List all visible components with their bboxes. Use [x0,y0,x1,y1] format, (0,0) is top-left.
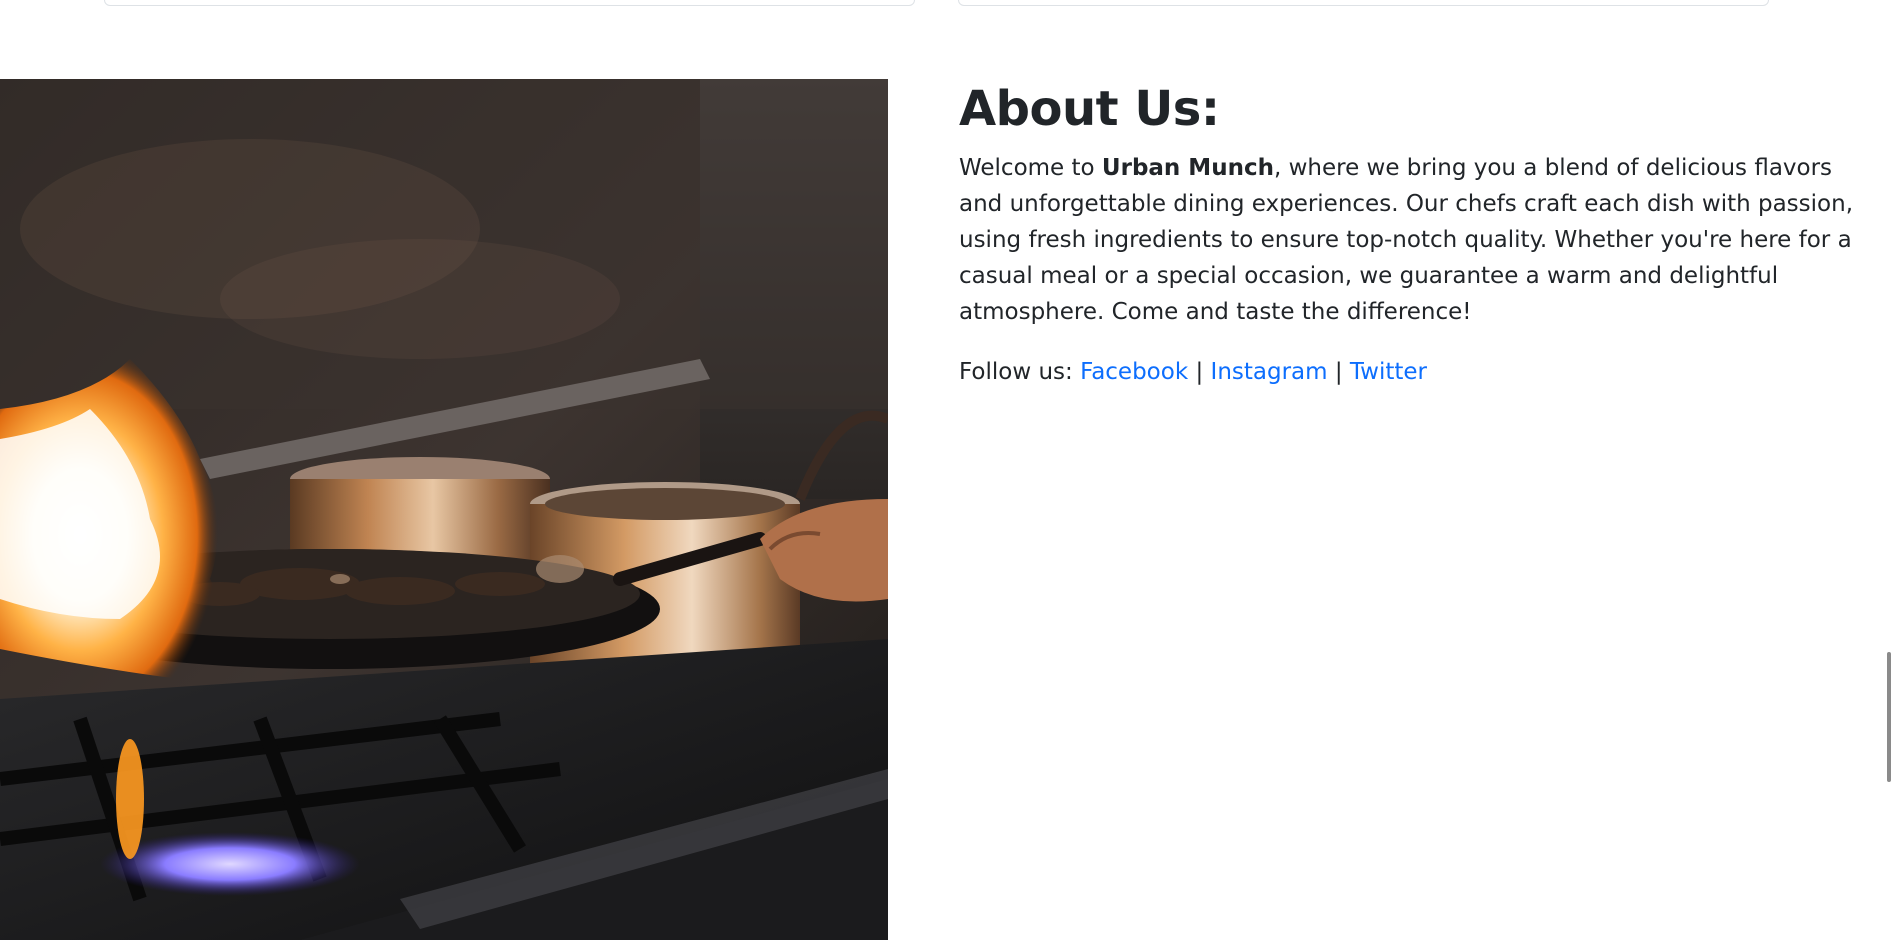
instagram-link[interactable]: Instagram [1211,359,1328,385]
about-section: About Us: Welcome to Urban Munch, where … [959,80,1879,390]
about-description: Welcome to Urban Munch, where we bring y… [959,150,1879,330]
scrollbar-thumb[interactable] [1887,652,1891,782]
intro-before: Welcome to [959,155,1102,181]
kitchen-photo [0,79,888,940]
card-left [104,0,915,6]
separator: | [1334,359,1343,385]
card-right [958,0,1769,6]
follow-label: Follow us: [959,359,1073,385]
about-heading: About Us: [959,81,1220,137]
separator: | [1195,359,1204,385]
brand-name: Urban Munch [1101,155,1274,181]
page: About Us: Welcome to Urban Munch, where … [0,0,1891,940]
follow-us: Follow us: Facebook | Instagram | Twitte… [959,354,1879,390]
facebook-link[interactable]: Facebook [1080,359,1188,385]
twitter-link[interactable]: Twitter [1350,359,1427,385]
